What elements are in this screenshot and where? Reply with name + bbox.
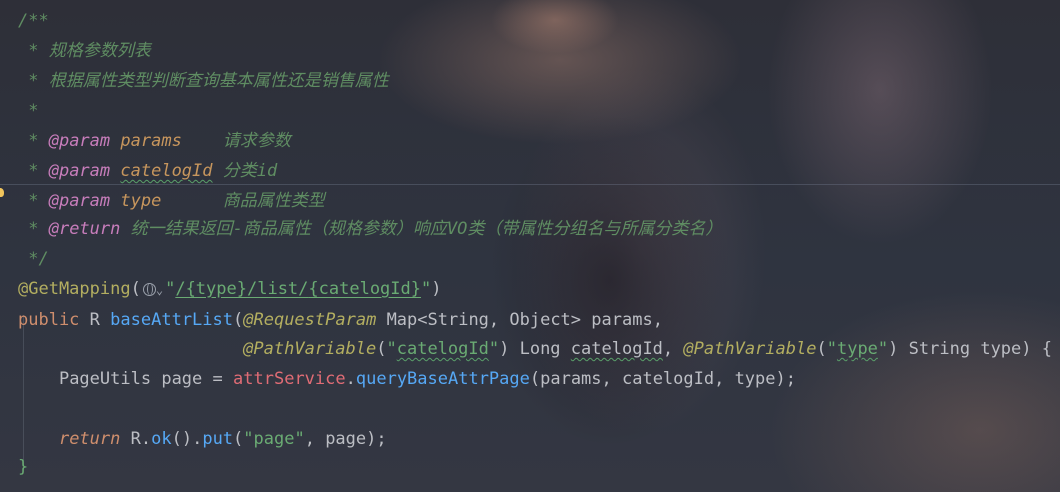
code-line-9: */ [18, 249, 49, 269]
code-line-12: @PathVariable("catelogId") Long catelogI… [243, 339, 1052, 359]
wallpaper-figure-body [450, 80, 780, 492]
wallpaper-figure-face [470, 0, 640, 90]
code-line-13: PageUtils page = attrService.queryBaseAt… [58, 369, 796, 389]
code-line-16: } [18, 457, 29, 477]
code-line-7: * @param type 商品属性类型 [18, 191, 325, 211]
code-line-5: * @param params 请求参数 [18, 131, 291, 151]
url-globe-icon[interactable] [142, 283, 156, 296]
code-line-10: @GetMapping(⌄ "/{type}/list/{catelogId}") [18, 279, 442, 299]
code-line-3: * 根据属性类型判断查询基本属性还是销售属性 [18, 71, 389, 91]
code-line-4: * [18, 101, 39, 121]
chevron-down-icon[interactable]: ⌄ [156, 283, 163, 297]
code-line-2: * 规格参数列表 [18, 41, 151, 61]
code-line-15: return R.ok().put("page", page); [58, 429, 387, 449]
code-line-8: * @return 统一结果返回-商品属性（规格参数）响应VO类（带属性分组名与… [18, 219, 723, 239]
code-line-6: * @param catelogId 分类id [18, 161, 278, 181]
code-line-1: /** [18, 11, 49, 31]
code-line-11: public R baseAttrList(@RequestParam Map<… [18, 310, 663, 330]
lightbulb-icon[interactable] [0, 188, 4, 197]
